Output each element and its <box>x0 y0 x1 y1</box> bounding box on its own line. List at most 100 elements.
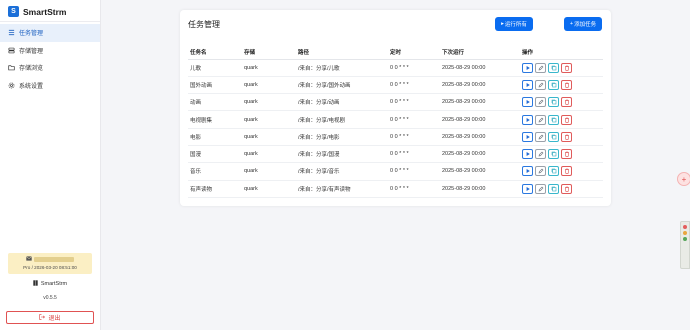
run-task-button[interactable] <box>522 97 533 108</box>
license-info: Pro / 2026-03-20 08:51:00 <box>23 264 77 270</box>
edit-task-button[interactable] <box>535 97 546 108</box>
book-icon <box>33 280 38 288</box>
task-next-run: 2025-08-29 00:00 <box>440 59 520 77</box>
task-name: 儿歌 <box>188 59 242 77</box>
edit-task-button[interactable] <box>535 114 546 125</box>
run-task-button[interactable] <box>522 79 533 90</box>
run-task-button[interactable] <box>522 114 533 125</box>
app-info: SmartStrm <box>0 280 100 288</box>
add-task-button[interactable]: + 添加任务 <box>564 17 602 31</box>
trash-icon <box>564 117 570 123</box>
play-icon <box>525 151 531 157</box>
brand[interactable]: S SmartStrm <box>8 6 66 17</box>
copy-icon <box>551 134 557 140</box>
sidebar-item-tasks[interactable]: 任务管理 <box>0 24 100 42</box>
copy-task-button[interactable] <box>548 131 559 142</box>
task-actions <box>520 180 603 198</box>
task-actions <box>520 145 603 164</box>
copy-task-button[interactable] <box>548 166 559 177</box>
trash-icon <box>564 168 570 174</box>
column-header-actions: 操作 <box>520 45 603 60</box>
floating-close-icon[interactable]: + <box>677 172 690 186</box>
table-row: 电视剧集 quark/来自：分享/电视剧 0 0 * * * 2025-08-29 0… <box>188 110 603 129</box>
column-header-name: 任务名 <box>188 45 242 60</box>
run-task-button[interactable] <box>522 149 533 160</box>
edit-task-button[interactable] <box>535 62 546 73</box>
database-icon <box>7 46 15 54</box>
edit-task-button[interactable] <box>535 149 546 160</box>
redacted-email <box>34 257 74 262</box>
column-header-storage: 存储 <box>242 45 296 60</box>
copy-task-button[interactable] <box>548 97 559 108</box>
app-label: SmartStrm <box>40 281 68 287</box>
sidebar-item-settings[interactable]: 系统设置 <box>0 77 100 95</box>
run-task-button[interactable] <box>522 131 533 142</box>
edit-task-button[interactable] <box>535 131 546 142</box>
copy-icon <box>551 117 557 123</box>
copy-task-button[interactable] <box>548 114 559 125</box>
task-next-run: 2025-08-29 00:00 <box>440 76 520 95</box>
edit-task-button[interactable] <box>535 166 546 177</box>
edge-widget-panel[interactable] <box>680 221 690 269</box>
copy-icon <box>551 186 557 192</box>
copy-task-button[interactable] <box>548 62 559 73</box>
run-task-button[interactable] <box>522 62 533 73</box>
run-all-button[interactable]: ▸ 运行所有 <box>495 17 533 31</box>
task-storage: quark <box>242 93 296 112</box>
task-path: /来自：分享/音乐 <box>296 162 388 181</box>
app-version: v0.5.5 <box>43 295 57 301</box>
copy-task-button[interactable] <box>548 149 559 160</box>
play-icon <box>525 65 531 71</box>
run-task-button[interactable] <box>522 183 533 194</box>
delete-task-button[interactable] <box>561 131 572 142</box>
task-storage: quark <box>242 76 296 95</box>
delete-task-button[interactable] <box>561 62 572 73</box>
task-schedule: 0 0 * * * <box>388 93 440 112</box>
run-task-button[interactable] <box>522 166 533 177</box>
task-path: /来自：分享/动画 <box>296 93 388 112</box>
status-dot-icon <box>683 231 687 235</box>
copy-task-button[interactable] <box>548 183 559 194</box>
delete-task-button[interactable] <box>561 114 572 125</box>
task-next-run: 2025-08-29 00:00 <box>440 93 520 112</box>
task-storage: quark <box>242 162 296 181</box>
delete-task-button[interactable] <box>561 183 572 194</box>
task-path: /来自：分享/国漫 <box>296 145 388 164</box>
pencil-icon <box>538 99 544 105</box>
add-task-label: 添加任务 <box>574 22 597 28</box>
table-row: 有声读物 quark/来自：分享/有声读物 0 0 * * * 2025-08-29 … <box>188 180 603 198</box>
pencil-icon <box>538 134 544 140</box>
delete-task-button[interactable] <box>561 79 572 90</box>
logout-label: 退出 <box>48 316 61 322</box>
task-path: /来自：分享/有声读物 <box>296 180 388 198</box>
task-path: /来自：分享/电视剧 <box>296 110 388 129</box>
play-icon <box>525 168 531 174</box>
pencil-icon <box>538 168 544 174</box>
copy-icon <box>551 151 557 157</box>
column-header-next-run: 下次运行 <box>440 45 520 60</box>
trash-icon <box>564 65 570 71</box>
task-storage: quark <box>242 145 296 164</box>
copy-icon <box>551 65 557 71</box>
app-logo-icon: S <box>8 6 19 17</box>
delete-task-button[interactable] <box>561 166 572 177</box>
copy-task-button[interactable] <box>548 79 559 90</box>
task-schedule: 0 0 * * * <box>388 145 440 164</box>
edit-task-button[interactable] <box>535 183 546 194</box>
task-management-card: 任务管理 ▸ 运行所有 + 添加任务 任务名 存储 路径 定时 下次运行 操作 儿歌… <box>180 10 611 206</box>
license-card: Pro / 2026-03-20 08:51:00 <box>8 253 92 274</box>
delete-task-button[interactable] <box>561 97 572 108</box>
sidebar-item-label: 系统设置 <box>19 83 44 90</box>
logout-button[interactable]: 退出 <box>6 311 94 324</box>
delete-task-button[interactable] <box>561 149 572 160</box>
list-icon <box>7 29 15 37</box>
sidebar-item-browse[interactable]: 存储浏览 <box>0 59 100 77</box>
pencil-icon <box>538 151 544 157</box>
task-name: 有声读物 <box>188 180 242 198</box>
task-table: 任务名 存储 路径 定时 下次运行 操作 儿歌 quark/来自：分享/儿歌 0 0… <box>188 45 603 198</box>
task-name: 国外动画 <box>188 76 242 95</box>
pencil-icon <box>538 82 544 88</box>
edit-task-button[interactable] <box>535 79 546 90</box>
task-schedule: 0 0 * * * <box>388 59 440 77</box>
sidebar-item-storage[interactable]: 存储管理 <box>0 42 100 60</box>
